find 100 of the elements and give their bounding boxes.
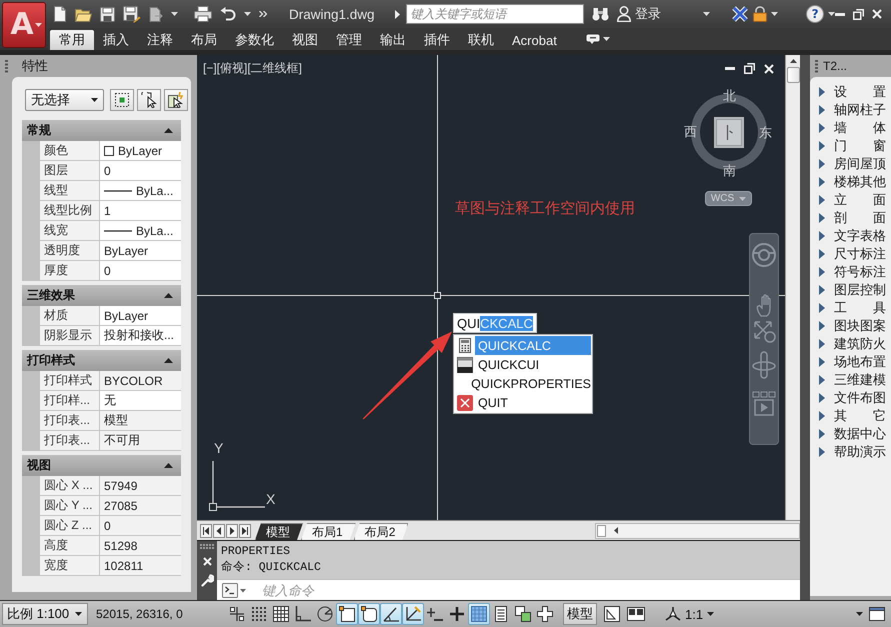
object-snap-toggle[interactable] xyxy=(336,603,358,625)
grip-icon[interactable] xyxy=(4,60,8,73)
restore-icon[interactable] xyxy=(744,63,755,74)
property-value[interactable]: 0 xyxy=(100,161,181,181)
save-icon[interactable] xyxy=(100,6,115,22)
minimize-icon[interactable] xyxy=(835,12,845,16)
ribbon-tab[interactable]: 插件 xyxy=(415,30,459,50)
wrench-icon[interactable] xyxy=(200,574,214,587)
tool-category[interactable]: 门 窗 xyxy=(834,137,886,155)
caret-icon[interactable] xyxy=(171,12,178,16)
property-value[interactable]: 27085 xyxy=(100,496,181,516)
tool-category[interactable]: 设 置 xyxy=(834,83,886,101)
section-header[interactable]: 打印样式 xyxy=(22,350,181,371)
up-arrow-icon[interactable] xyxy=(790,59,796,63)
suggestion-item[interactable]: QUIT xyxy=(475,393,591,412)
layout-tab[interactable]: 模型 xyxy=(255,523,303,540)
new-file-icon[interactable] xyxy=(53,6,67,22)
scale-dropdown[interactable]: 比例 1:100 xyxy=(2,603,88,625)
caret-icon[interactable] xyxy=(244,12,251,16)
property-value[interactable]: BYCOLOR xyxy=(100,371,181,391)
tool-category[interactable]: 楼梯其他 xyxy=(834,173,886,191)
cross-mark-icon[interactable] xyxy=(732,6,748,22)
layout-tab[interactable]: 布局1 xyxy=(301,523,356,540)
property-value[interactable]: 模型 xyxy=(100,411,181,431)
3d-object-snap-toggle[interactable] xyxy=(358,603,380,625)
tool-category[interactable]: 墙 体 xyxy=(834,119,886,137)
caret-icon[interactable] xyxy=(771,12,778,16)
ribbon-tab[interactable]: Acrobat xyxy=(503,30,566,50)
ribbon-tab[interactable]: 参数化 xyxy=(226,30,283,50)
tool-category[interactable]: 建筑防火 xyxy=(834,335,886,353)
annotation-scale-dropdown[interactable]: 1:1 xyxy=(663,603,716,625)
compass-label[interactable]: 东 xyxy=(759,126,772,140)
collapse-caret-icon[interactable] xyxy=(164,463,173,468)
collapse-caret-icon[interactable] xyxy=(164,358,173,363)
horizontal-scrollbar[interactable] xyxy=(595,522,800,538)
binoculars-icon[interactable] xyxy=(592,7,610,21)
property-value[interactable]: 57949 xyxy=(100,476,181,496)
double-chevron-icon[interactable] xyxy=(259,11,267,17)
close-icon[interactable] xyxy=(872,9,882,19)
property-value[interactable]: 0 xyxy=(100,516,181,536)
compass-label[interactable]: 北 xyxy=(723,89,736,103)
property-value[interactable]: 1 xyxy=(100,201,181,221)
collapse-caret-icon[interactable] xyxy=(164,293,173,298)
left-arrow-icon[interactable] xyxy=(614,527,618,534)
tool-category[interactable]: 尺寸标注 xyxy=(834,245,886,263)
undo-icon[interactable] xyxy=(220,7,236,21)
dynamic-ucs-toggle[interactable] xyxy=(402,603,424,625)
section-header[interactable]: 视图 xyxy=(22,455,181,476)
tool-category[interactable]: 剖 面 xyxy=(834,209,886,227)
caret-icon[interactable] xyxy=(856,612,863,616)
tool-category[interactable]: 符号标注 xyxy=(834,263,886,281)
ribbon-tab[interactable]: 联机 xyxy=(459,30,503,50)
tool-category[interactable]: 房间屋顶 xyxy=(834,155,886,173)
close-icon[interactable] xyxy=(202,557,212,566)
search-field[interactable]: 键入关键字或短语 xyxy=(406,4,584,24)
transparency-toggle[interactable] xyxy=(468,603,490,625)
grip-icon[interactable] xyxy=(815,60,818,72)
speech-bubble-icon[interactable] xyxy=(586,34,600,44)
viewport-label[interactable]: [−][俯视][二维线框] xyxy=(203,60,302,77)
window-icon[interactable] xyxy=(869,607,885,621)
caret-icon[interactable] xyxy=(75,612,82,616)
property-value-cell[interactable]: ByLayer xyxy=(100,141,181,161)
command-prompt-icon[interactable] xyxy=(222,582,246,598)
help-button[interactable]: ? xyxy=(806,5,824,23)
ribbon-tab[interactable]: 视图 xyxy=(283,30,327,50)
grid-toggle[interactable] xyxy=(270,603,292,625)
caret-icon[interactable] xyxy=(91,98,98,102)
tool-category[interactable]: 数据中心 xyxy=(834,425,886,443)
ribbon-tab[interactable]: 注释 xyxy=(138,30,182,50)
property-value[interactable]: 不可用 xyxy=(100,431,181,451)
property-value-cell[interactable]: ByLa... xyxy=(100,181,181,201)
tool-category[interactable]: 图层控制 xyxy=(834,281,886,299)
grip-dots-icon[interactable] xyxy=(200,544,214,549)
caret-icon[interactable] xyxy=(703,12,710,16)
ribbon-tab[interactable]: 常用 xyxy=(50,30,94,50)
selection-cycling-toggle[interactable] xyxy=(512,603,534,625)
application-menu-button[interactable]: A xyxy=(2,2,46,48)
layout-tab[interactable]: 布局2 xyxy=(354,523,408,540)
property-value[interactable]: 0 xyxy=(100,261,181,281)
tool-category[interactable]: 文件布图 xyxy=(834,389,886,407)
property-value[interactable]: 投射和接收... xyxy=(100,326,181,346)
compass-label[interactable]: 南 xyxy=(723,164,736,178)
property-value[interactable]: 51298 xyxy=(100,536,181,556)
layout-icon[interactable] xyxy=(604,606,620,622)
model-space-button[interactable]: 模型 xyxy=(563,603,597,625)
property-value-cell[interactable]: ByLa... xyxy=(100,221,181,241)
page-arrow-icon[interactable] xyxy=(149,6,163,22)
caret-icon[interactable] xyxy=(602,37,610,41)
command-input-field[interactable]: 键入命令 xyxy=(250,579,800,600)
layout-split-icon[interactable] xyxy=(627,607,645,621)
ribbon-tab[interactable]: 输出 xyxy=(371,30,415,50)
vertical-scrollbar[interactable] xyxy=(785,55,800,520)
suggestion-item[interactable]: QUICKPROPERTIES xyxy=(468,374,591,393)
ribbon-tab[interactable]: 插入 xyxy=(94,30,138,50)
suggestion-item[interactable]: QUICKCUI xyxy=(475,355,591,374)
tool-category[interactable]: 帮助演示 xyxy=(834,443,886,461)
caret-icon[interactable] xyxy=(707,612,714,616)
padlock-icon[interactable] xyxy=(752,6,768,22)
annotation-monitor-toggle[interactable] xyxy=(534,603,556,625)
scroll-thumb[interactable] xyxy=(597,524,606,536)
